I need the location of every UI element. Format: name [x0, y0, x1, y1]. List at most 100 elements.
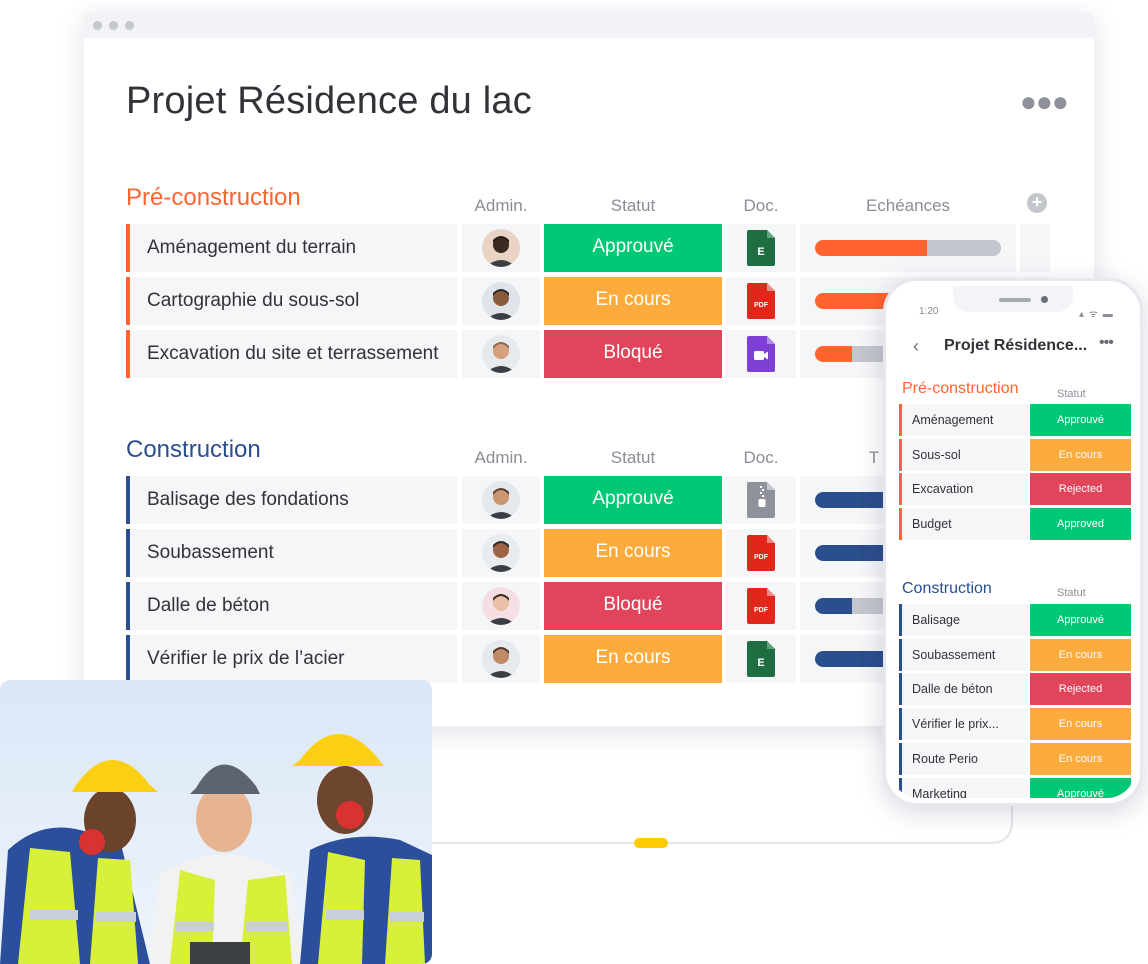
- phone-list-item[interactable]: Budget Approved: [899, 508, 1131, 541]
- item-name-cell[interactable]: Cartographie du sous-sol: [126, 277, 457, 325]
- admin-cell[interactable]: [462, 330, 540, 378]
- phone-item-name-cell[interactable]: Soubassement: [899, 638, 1028, 671]
- phone-item-name-cell[interactable]: Route Perio: [899, 742, 1028, 775]
- deadline-cell[interactable]: [800, 224, 1016, 272]
- phone-list-item[interactable]: Aménagement Approuvé: [899, 404, 1131, 436]
- column-header-admin[interactable]: Admin.: [461, 448, 541, 468]
- admin-cell[interactable]: [462, 582, 540, 630]
- pdf-icon[interactable]: PDF: [747, 535, 775, 571]
- group-title-pre-construction[interactable]: Pré-construction: [126, 184, 301, 212]
- column-header-status[interactable]: Statut: [544, 448, 722, 468]
- empty-cell[interactable]: [1020, 224, 1050, 272]
- phone-list-item[interactable]: Sous-sol En cours: [899, 438, 1131, 471]
- window-dot[interactable]: [125, 21, 134, 30]
- phone-item-name-cell[interactable]: Balisage: [899, 604, 1028, 636]
- phone-status-label: Approuvé: [1056, 614, 1105, 626]
- status-cell[interactable]: En cours: [544, 529, 722, 577]
- column-header-doc[interactable]: Doc.: [726, 448, 796, 468]
- pdf-icon[interactable]: PDF: [747, 283, 775, 319]
- avatar[interactable]: [482, 335, 520, 373]
- phone-status-cell[interactable]: Rejected: [1030, 673, 1131, 706]
- phone-status-cell[interactable]: Approved: [1030, 508, 1131, 541]
- avatar[interactable]: [482, 534, 520, 572]
- svg-text:E: E: [757, 246, 764, 258]
- item-name: Excavation du site et terrassement: [147, 343, 439, 364]
- admin-cell[interactable]: [462, 224, 540, 272]
- doc-cell[interactable]: E: [726, 224, 796, 272]
- pdf-icon[interactable]: PDF: [747, 588, 775, 624]
- phone-list-item[interactable]: Route Perio En cours: [899, 742, 1131, 775]
- column-header-doc[interactable]: Doc.: [726, 196, 796, 216]
- window-dot[interactable]: [109, 21, 118, 30]
- item-name-cell[interactable]: Vérifier le prix de l’acier: [126, 635, 457, 683]
- doc-cell[interactable]: PDF: [726, 582, 796, 630]
- status-cell[interactable]: Approuvé: [544, 224, 722, 272]
- avatar[interactable]: [482, 481, 520, 519]
- phone-item-name-cell[interactable]: Excavation: [899, 473, 1028, 506]
- phone-status-cell[interactable]: Rejected: [1030, 473, 1131, 506]
- admin-cell[interactable]: [462, 277, 540, 325]
- excel-icon[interactable]: E: [747, 230, 775, 266]
- phone-item-name-cell[interactable]: Sous-sol: [899, 438, 1028, 471]
- avatar[interactable]: [482, 587, 520, 625]
- plus-circle-icon[interactable]: +: [1027, 193, 1047, 213]
- phone-item-name: Excavation: [912, 482, 974, 497]
- status-cell[interactable]: Approuvé: [544, 476, 722, 524]
- status-cell[interactable]: Bloqué: [544, 582, 722, 630]
- item-name-cell[interactable]: Aménagement du terrain: [126, 224, 457, 272]
- doc-cell[interactable]: [726, 476, 796, 524]
- excel-icon[interactable]: E: [747, 641, 775, 677]
- phone-group-title-pre-construction[interactable]: Pré-construction: [902, 380, 1019, 398]
- column-header-status[interactable]: Statut: [544, 196, 722, 216]
- status-cell[interactable]: Bloqué: [544, 330, 722, 378]
- chevron-left-icon[interactable]: ‹: [913, 336, 919, 357]
- video-icon[interactable]: [747, 336, 775, 372]
- phone-item-name-cell[interactable]: Aménagement: [899, 404, 1028, 436]
- item-name-cell[interactable]: Balisage des fondations: [126, 476, 457, 524]
- status-cell[interactable]: En cours: [544, 635, 722, 683]
- phone-status-cell[interactable]: En cours: [1030, 708, 1131, 741]
- phone-list-item[interactable]: Excavation Rejected: [899, 473, 1131, 506]
- more-dots-icon[interactable]: •••: [1099, 334, 1114, 352]
- doc-cell[interactable]: E: [726, 635, 796, 683]
- avatar[interactable]: [482, 640, 520, 678]
- phone-list-item[interactable]: Dalle de béton Rejected: [899, 673, 1131, 706]
- item-name: Vérifier le prix de l’acier: [147, 648, 345, 669]
- group-title-construction[interactable]: Construction: [126, 436, 261, 464]
- phone-status-cell[interactable]: En cours: [1030, 742, 1131, 775]
- more-dots-icon[interactable]: ●●●: [1020, 88, 1069, 116]
- doc-cell[interactable]: [726, 330, 796, 378]
- avatar[interactable]: [482, 229, 520, 267]
- phone-status-cell[interactable]: En cours: [1030, 638, 1131, 671]
- window-dot[interactable]: [93, 21, 102, 30]
- item-name-cell[interactable]: Excavation du site et terrassement: [126, 330, 457, 378]
- phone-item-name-cell[interactable]: Vérifier le prix...: [899, 708, 1028, 741]
- phone-group-title-construction[interactable]: Construction: [902, 580, 992, 598]
- admin-cell[interactable]: [462, 635, 540, 683]
- phone-list-item[interactable]: Marketing Approuvé: [899, 777, 1131, 798]
- avatar[interactable]: [482, 282, 520, 320]
- item-name-cell[interactable]: Dalle de béton: [126, 582, 457, 630]
- phone-item-name-cell[interactable]: Dalle de béton: [899, 673, 1028, 706]
- phone-list-item[interactable]: Vérifier le prix... En cours: [899, 708, 1131, 741]
- phone-list-item[interactable]: Balisage Approuvé: [899, 604, 1131, 636]
- item-name-cell[interactable]: Soubassement: [126, 529, 457, 577]
- phone-item-name-cell[interactable]: Budget: [899, 508, 1028, 541]
- column-header-admin[interactable]: Admin.: [461, 196, 541, 216]
- phone-status-cell[interactable]: En cours: [1030, 438, 1131, 471]
- status-cell[interactable]: En cours: [544, 277, 722, 325]
- doc-cell[interactable]: PDF: [726, 277, 796, 325]
- status-label: Approuvé: [592, 488, 674, 509]
- admin-cell[interactable]: [462, 476, 540, 524]
- column-header-deadlines[interactable]: Echéances: [800, 196, 1016, 216]
- phone-status-cell[interactable]: Approuvé: [1030, 777, 1131, 798]
- phone-item-name-cell[interactable]: Marketing: [899, 777, 1028, 798]
- phone-status-cell[interactable]: Approuvé: [1030, 404, 1131, 436]
- doc-cell[interactable]: PDF: [726, 529, 796, 577]
- admin-cell[interactable]: [462, 529, 540, 577]
- zip-icon[interactable]: [747, 482, 775, 518]
- phone-list-item[interactable]: Soubassement En cours: [899, 638, 1131, 671]
- phone-status-cell[interactable]: Approuvé: [1030, 604, 1131, 636]
- status-label: En cours: [595, 647, 671, 668]
- phone-item-name: Budget: [912, 517, 952, 532]
